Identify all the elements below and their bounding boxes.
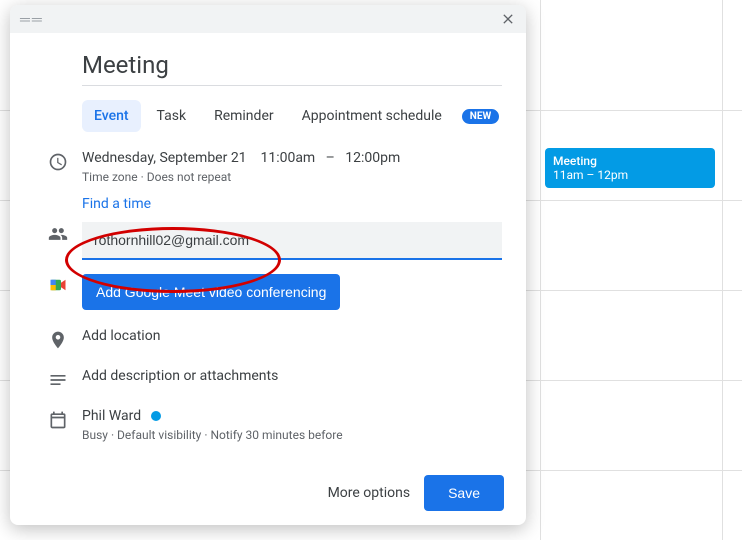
- event-date[interactable]: Wednesday, September 21: [82, 150, 247, 166]
- add-google-meet-button[interactable]: Add Google Meet video conferencing: [82, 274, 340, 310]
- event-start-time[interactable]: 11:00am: [260, 150, 315, 166]
- more-options-button[interactable]: More options: [328, 485, 411, 501]
- save-button[interactable]: Save: [424, 475, 504, 511]
- add-location-input[interactable]: Add location: [82, 328, 502, 344]
- add-description-input[interactable]: Add description or attachments: [82, 368, 502, 384]
- google-meet-icon: [34, 274, 82, 294]
- time-dash: –: [326, 150, 335, 166]
- event-title-input[interactable]: Meeting: [82, 47, 502, 86]
- dialog-header[interactable]: ══: [10, 5, 526, 33]
- calendar-color-dot: [151, 411, 161, 421]
- event-create-dialog: ══ Meeting Event Task Reminder Appointme…: [10, 5, 526, 525]
- calendar-event-time: 11am – 12pm: [553, 168, 707, 182]
- description-icon: [34, 368, 82, 390]
- find-a-time-link[interactable]: Find a time: [82, 196, 502, 212]
- guests-icon: [34, 222, 82, 244]
- meet-button-label: Add Google Meet video conferencing: [96, 284, 326, 300]
- event-time-sub[interactable]: Time zone · Does not repeat: [82, 170, 502, 184]
- tab-event[interactable]: Event: [82, 100, 141, 132]
- location-icon: [34, 328, 82, 350]
- tab-appointment-schedule[interactable]: Appointment schedule: [290, 100, 454, 132]
- tab-task[interactable]: Task: [145, 100, 199, 132]
- calendar-day-column[interactable]: [722, 0, 742, 540]
- clock-icon: [34, 150, 82, 172]
- calendar-day-column[interactable]: [540, 0, 723, 540]
- organizer-sub[interactable]: Busy · Default visibility · Notify 30 mi…: [82, 428, 502, 442]
- add-guests-input[interactable]: [82, 222, 502, 260]
- close-icon[interactable]: [500, 11, 516, 27]
- new-badge: NEW: [462, 109, 499, 124]
- drag-handle-icon[interactable]: ══: [20, 11, 44, 28]
- tab-reminder[interactable]: Reminder: [202, 100, 286, 132]
- event-end-time[interactable]: 12:00pm: [345, 150, 400, 166]
- calendar-event-title: Meeting: [553, 154, 707, 168]
- calendar-event[interactable]: Meeting 11am – 12pm: [545, 148, 715, 188]
- calendar-icon: [34, 408, 82, 430]
- organizer-name[interactable]: Phil Ward: [82, 408, 141, 424]
